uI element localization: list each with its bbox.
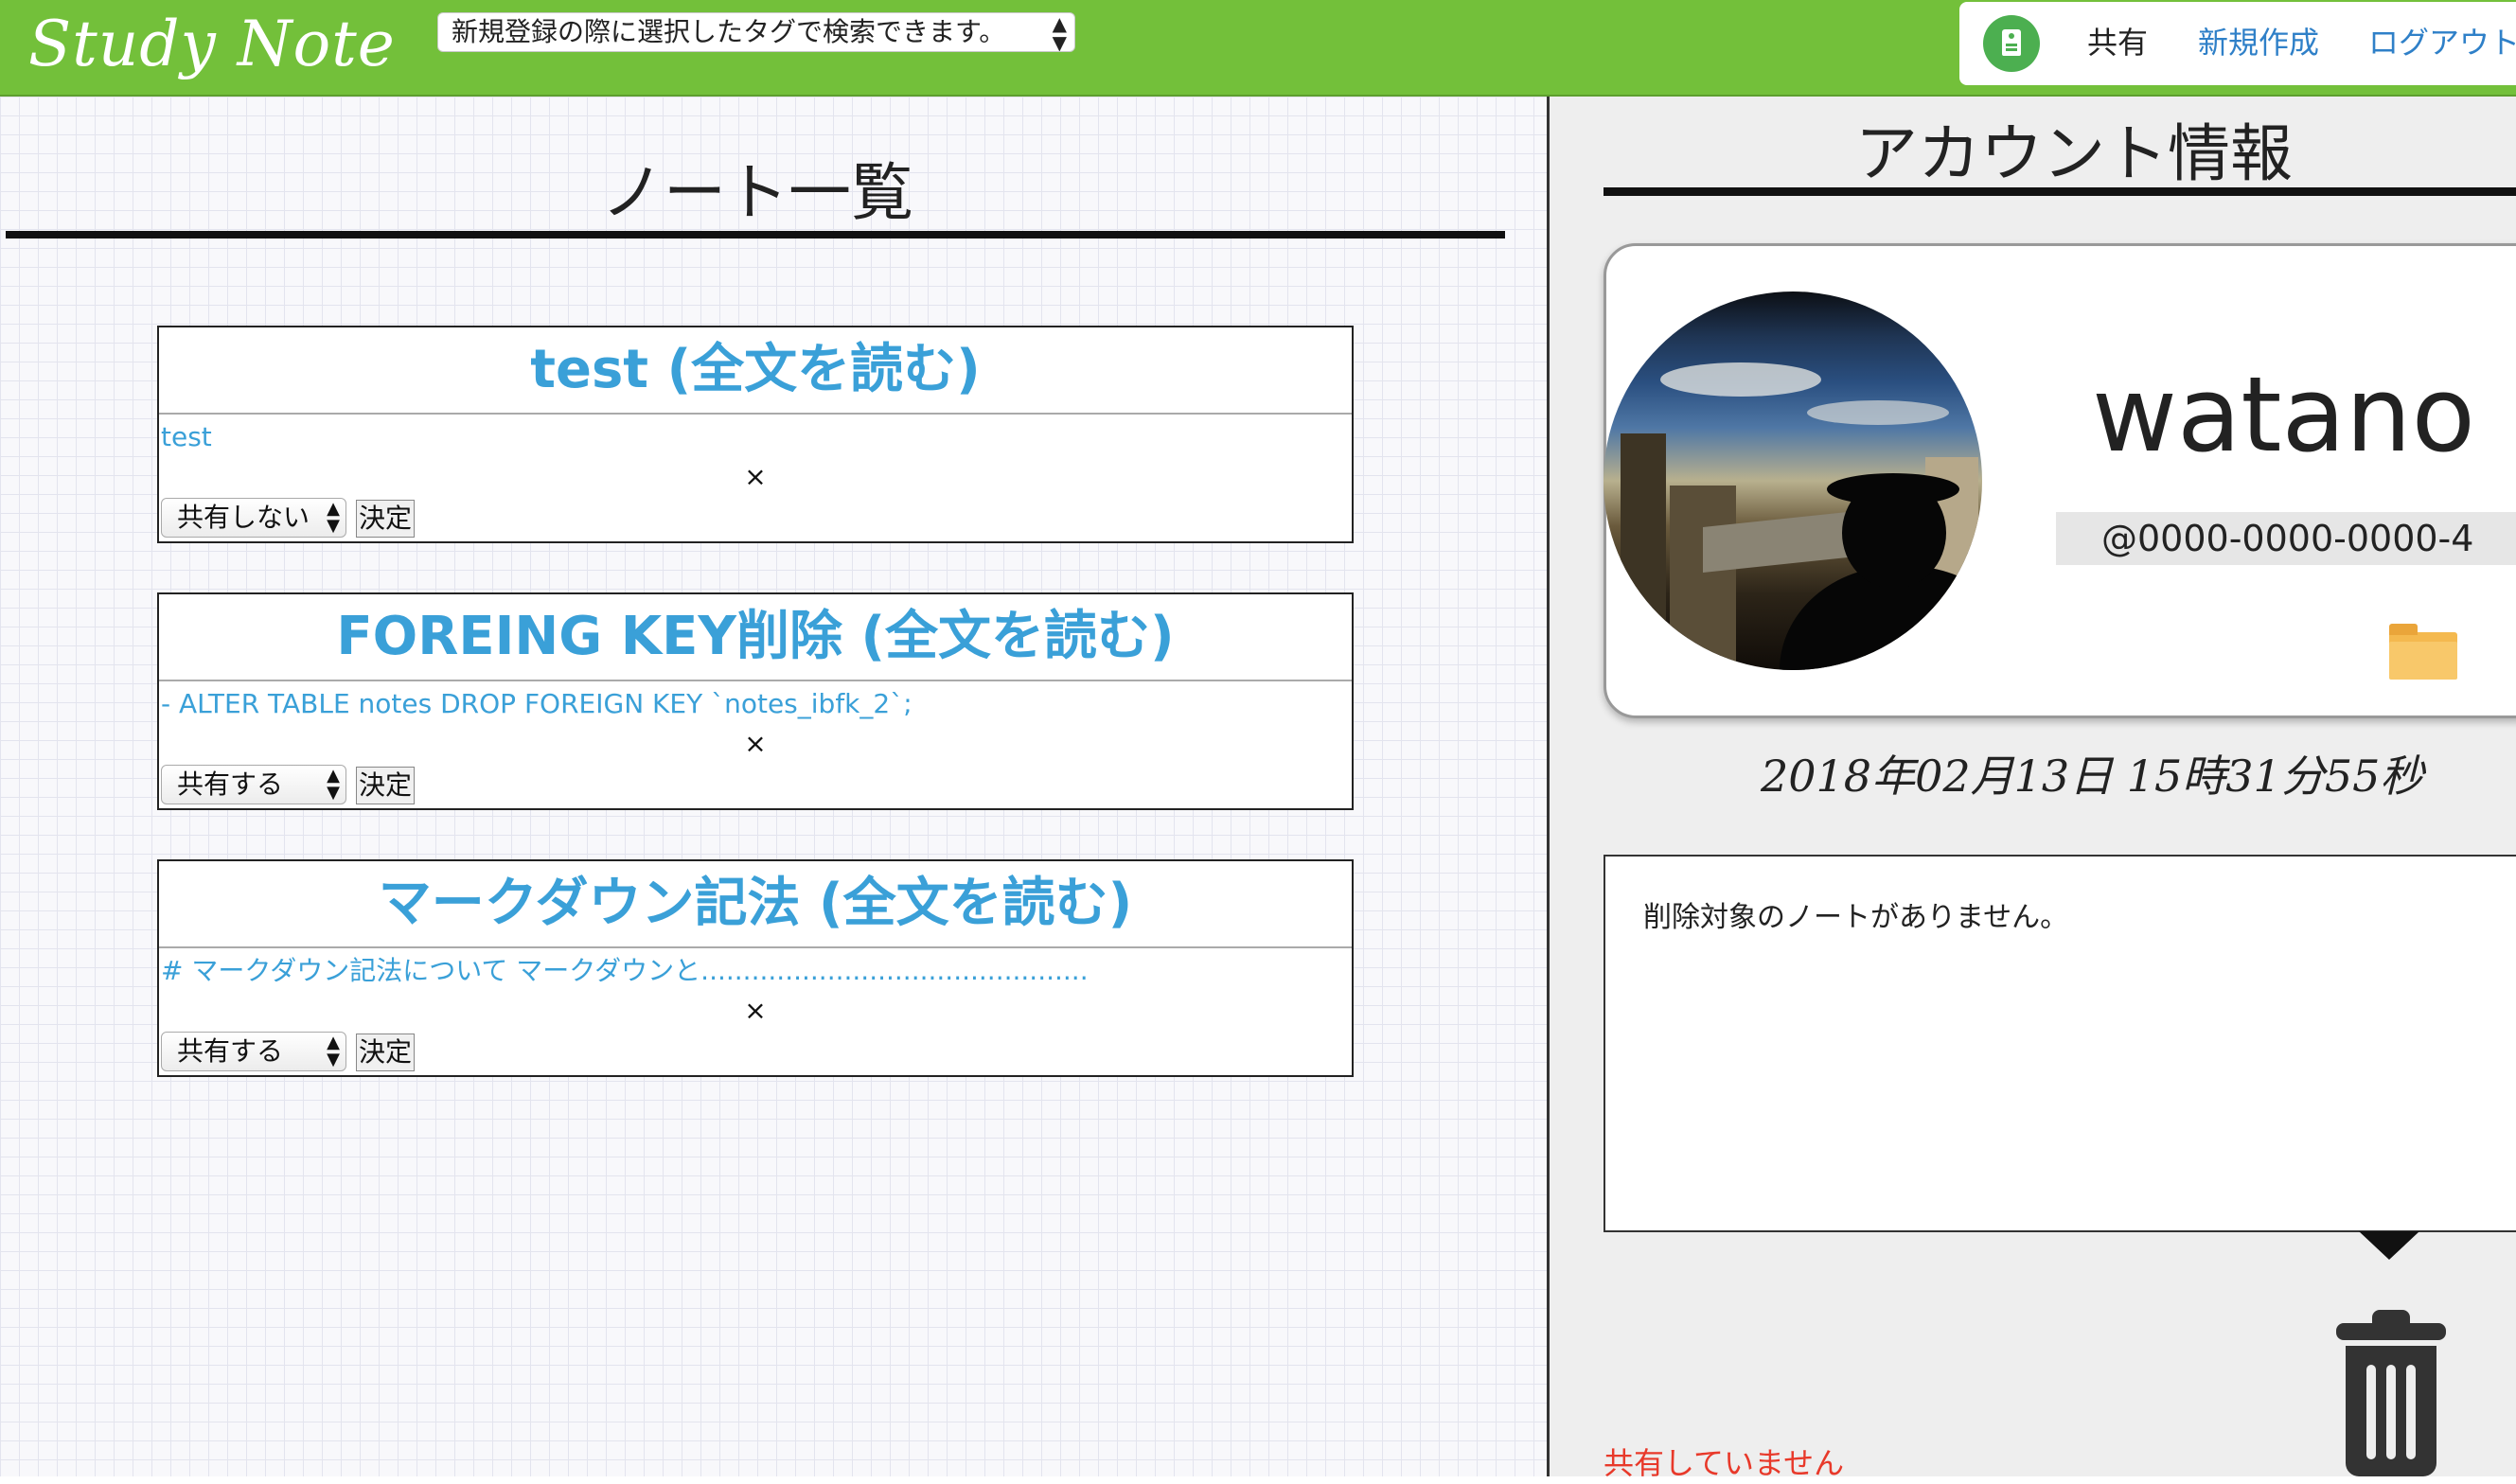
tag-icon[interactable]	[1983, 15, 2040, 72]
nav-share-link[interactable]: 共有	[2087, 17, 2148, 68]
delete-message: 削除対象のノートがありません。	[1643, 901, 2069, 934]
nav-new-note-link[interactable]: 新規作成	[2198, 17, 2319, 68]
share-select[interactable]: 共有する ▲ ▼	[161, 765, 346, 804]
note-excerpt: - ALTER TABLE notes DROP FOREIGN KEY `no…	[161, 688, 912, 719]
note-card: FOREING KEY削除 (全文を読む) - ALTER TABLE note…	[157, 592, 1354, 810]
title-divider	[6, 231, 1505, 238]
tag-search-select[interactable]: 新規登録の際に選択したタグで検索できます。 ▲ ▼	[437, 12, 1075, 52]
note-title-link[interactable]: test (全文を読む)	[159, 327, 1352, 415]
user-id: @0000-0000-0000-4	[2056, 512, 2516, 565]
share-status: 共有していません	[1604, 1445, 1845, 1481]
nav-logout-link[interactable]: ログアウト	[2368, 17, 2516, 68]
share-select-value: 共有する	[177, 1035, 284, 1067]
note-excerpt: test	[161, 421, 212, 452]
note-excerpt: # マークダウン記法について マークダウンと..................…	[161, 955, 1089, 986]
notes-panel: ノート一覧 test (全文を読む) test × 共有しない ▲ ▼ 決定 FO…	[0, 97, 1547, 1476]
note-delete-button[interactable]: ×	[159, 996, 1352, 1026]
share-select-value: 共有する	[177, 768, 284, 800]
username: watano	[2092, 354, 2475, 475]
account-timestamp: 2018年02月13日 15時31分55秒	[1761, 751, 2424, 802]
select-arrows-icon: ▲ ▼	[1052, 12, 1067, 52]
tag-search-value: 新規登録の際に選択したタグで検索できます。	[452, 16, 1006, 47]
folder-icon[interactable]	[2389, 624, 2457, 680]
note-delete-button[interactable]: ×	[159, 462, 1352, 492]
header-bar: Study Note 新規登録の際に選択したタグで検索できます。 ▲ ▼ 共有 新…	[0, 0, 2516, 97]
select-arrows-icon: ▲ ▼	[327, 1033, 340, 1069]
share-select[interactable]: 共有する ▲ ▼	[161, 1032, 346, 1071]
share-submit-button[interactable]: 決定	[356, 500, 415, 538]
account-panel-title: アカウント情報	[1855, 117, 2293, 190]
notes-panel-title: ノート一覧	[601, 156, 913, 229]
select-arrows-icon: ▲ ▼	[327, 766, 340, 803]
delete-pointer-arrow	[2359, 1231, 2419, 1260]
share-submit-button[interactable]: 決定	[356, 1034, 415, 1071]
account-title-divider	[1604, 187, 2516, 196]
note-title-link[interactable]: FOREING KEY削除 (全文を読む)	[159, 594, 1352, 681]
avatar[interactable]	[1604, 292, 1982, 670]
app-logo[interactable]: Study Note	[28, 2, 396, 87]
note-title-link[interactable]: マークダウン記法 (全文を読む)	[159, 861, 1352, 948]
share-submit-button[interactable]: 決定	[356, 767, 415, 804]
note-card: test (全文を読む) test × 共有しない ▲ ▼ 決定	[157, 326, 1354, 543]
note-card: マークダウン記法 (全文を読む) # マークダウン記法について マークダウンと.…	[157, 859, 1354, 1077]
note-delete-button[interactable]: ×	[159, 729, 1352, 759]
trash-icon[interactable]	[2334, 1310, 2448, 1476]
select-arrows-icon: ▲ ▼	[327, 499, 340, 536]
share-select-value: 共有しない	[177, 502, 310, 533]
share-select[interactable]: 共有しない ▲ ▼	[161, 498, 346, 538]
